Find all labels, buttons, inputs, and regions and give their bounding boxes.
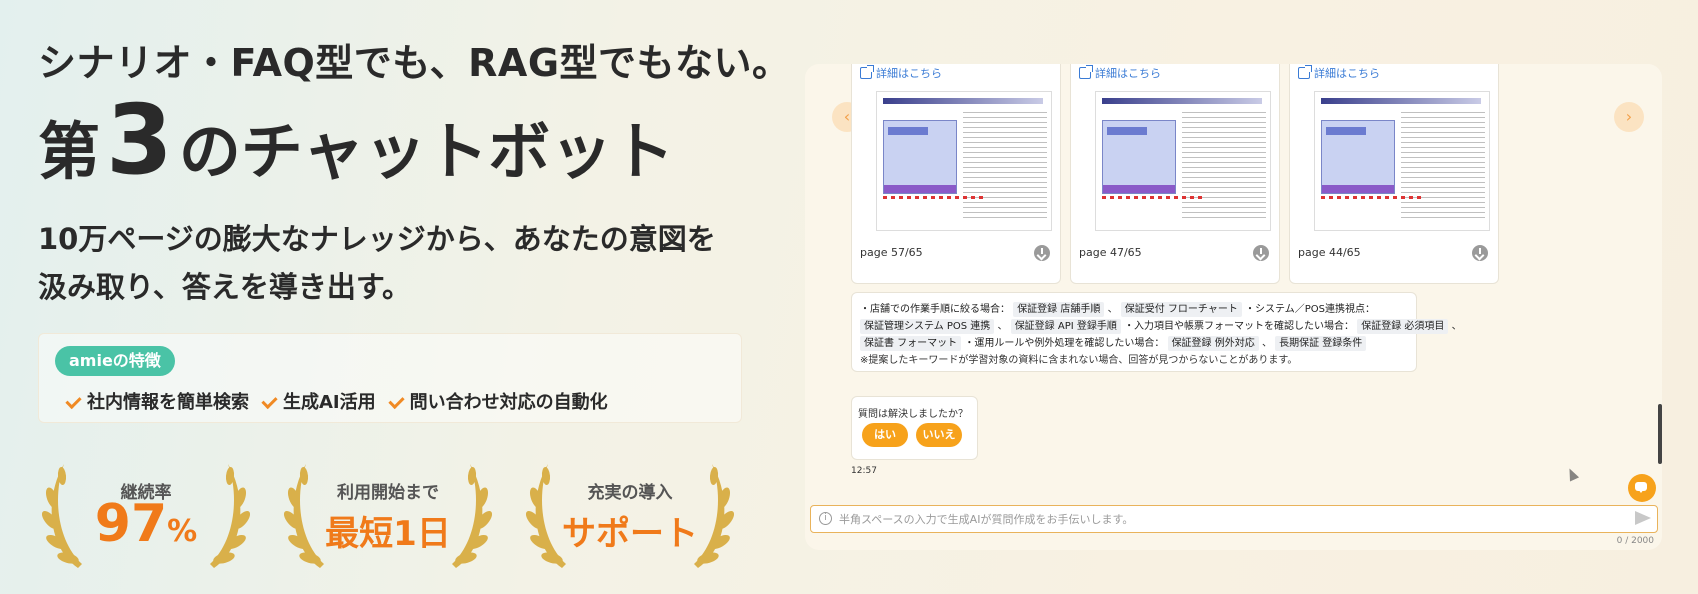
keyword-chip[interactable]: 保証管理システム POS 連携 (860, 319, 995, 334)
award-value: 最短1日 (325, 514, 451, 554)
feedback-question: 質問は解決しましたか？ (858, 409, 968, 420)
award-support: 充実の導入 サポート (522, 458, 738, 578)
chat-input-wrapper: i (810, 505, 1658, 533)
download-icon[interactable] (1034, 245, 1050, 261)
external-link-icon (1298, 65, 1312, 79)
awards: 継続率 97% 利用開始まで 最短1日 充実の導入 サポート (38, 458, 748, 578)
answer-line: 保証書 フォーマット ・運用ルールや例外処理を確認したい場合： 保証登録 例外対… (860, 335, 1408, 352)
feedback-no-button[interactable]: いいえ (916, 423, 962, 447)
doc-thumbnail[interactable] (1314, 91, 1490, 231)
headline-part-a: 第 (38, 115, 101, 188)
check-icon (67, 394, 81, 408)
award-label: 利用開始まで (337, 483, 439, 503)
feature-item: 生成AI活用 (263, 388, 376, 414)
keyword-chip[interactable]: 長期保証 登録条件 (1275, 336, 1367, 351)
bot-answer: ・店舗での作業手順に絞る場合： 保証登録 店舗手順 、 保証受付 フローチャート… (851, 292, 1462, 372)
headline-main: 第3のチャットボット (38, 92, 674, 188)
headline-part-b: のチャットボット (178, 115, 675, 188)
feature-list: 社内情報を簡単検索 生成AI活用 問い合わせ対応の自動化 (67, 388, 608, 414)
keyword-chip[interactable]: 保証登録 店舗手順 (1013, 302, 1105, 317)
award-start: 利用開始まで 最短1日 (280, 458, 496, 578)
award-value: 97% (94, 494, 198, 554)
doc-detail-link[interactable]: 詳細はこちら (1079, 65, 1161, 81)
doc-page-number: page 57/65 (860, 246, 923, 259)
lead-line2: 汲み取り、答えを導き出す。 (38, 270, 411, 304)
doc-detail-link[interactable]: 詳細はこちら (860, 65, 942, 81)
chat-bubble-button[interactable] (1628, 474, 1656, 502)
keyword-chip[interactable]: 保証登録 必須項目 (1357, 319, 1449, 334)
headline-number: 3 (106, 84, 173, 196)
send-icon[interactable] (1635, 511, 1651, 525)
answer-line: ・店舗での作業手順に絞る場合： 保証登録 店舗手順 、 保証受付 フローチャート… (860, 302, 1375, 317)
keyword-chip[interactable]: 保証登録 例外対応 (1167, 336, 1259, 351)
carousel-next-button[interactable]: › (1614, 102, 1644, 132)
doc-card: 詳細はこちら page 47/65 (1070, 64, 1280, 284)
feature-item: 問い合わせ対応の自動化 (390, 388, 608, 414)
check-icon (390, 394, 404, 408)
keyword-chip[interactable]: 保証受付 フローチャート (1120, 302, 1242, 317)
hero-section: シナリオ・FAQ型でも、RAG型でもない。 第3のチャットボット 10万ページの… (38, 0, 790, 594)
mouse-cursor-icon (1564, 466, 1580, 482)
check-icon (263, 394, 277, 408)
chat-panel: ‹ › 詳細はこちら page 57/65 詳細はこちら page 47/65 … (805, 64, 1662, 550)
external-link-icon (1079, 65, 1093, 79)
answer-note: ※提案したキーワードが学習対象の資料に含まれない場合、回答が見つからないことがあ… (860, 355, 1298, 366)
feature-box: amieの特徴 社内情報を簡単検索 生成AI活用 問い合わせ対応の自動化 (38, 333, 742, 423)
doc-page-number: page 47/65 (1079, 246, 1142, 259)
answer-line: 保証管理システム POS 連携 、 保証登録 API 登録手順 ・入力項目や帳票… (860, 318, 1462, 335)
headline-line1: シナリオ・FAQ型でも、RAG型でもない。 (38, 41, 791, 85)
award-value: サポート (562, 514, 698, 554)
lead-line1: 10万ページの膨大なナレッジから、あなたの意図を (38, 222, 716, 256)
keyword-chip[interactable]: 保証書 フォーマット (860, 336, 962, 351)
feature-label: 生成AI活用 (283, 392, 376, 413)
doc-thumbnail[interactable] (876, 91, 1052, 231)
doc-card: 詳細はこちら page 44/65 (1289, 64, 1499, 284)
chat-input[interactable] (839, 506, 1619, 532)
message-timestamp: 12:57 (851, 466, 877, 476)
download-icon[interactable] (1472, 245, 1488, 261)
feedback-card: 質問は解決しましたか？ はい いいえ (851, 396, 978, 460)
award-retention: 継続率 97% (38, 458, 254, 578)
char-counter: 0 / 2000 (1616, 536, 1654, 546)
feedback-yes-button[interactable]: はい (862, 423, 908, 447)
scrollbar-thumb[interactable] (1658, 404, 1662, 464)
keyword-chip[interactable]: 保証登録 API 登録手順 (1010, 319, 1121, 334)
feature-badge: amieの特徴 (55, 346, 175, 376)
feature-label: 社内情報を簡単検索 (87, 392, 249, 413)
award-label: 充実の導入 (587, 483, 673, 503)
feature-item: 社内情報を簡単検索 (67, 388, 249, 414)
download-icon[interactable] (1253, 245, 1269, 261)
external-link-icon (860, 65, 874, 79)
lead-text: 10万ページの膨大なナレッジから、あなたの意図を 汲み取り、答えを導き出す。 (38, 215, 716, 311)
doc-detail-link[interactable]: 詳細はこちら (1298, 65, 1380, 81)
info-icon: i (819, 512, 832, 525)
doc-page-number: page 44/65 (1298, 246, 1361, 259)
doc-thumbnail[interactable] (1095, 91, 1271, 231)
doc-card: 詳細はこちら page 57/65 (851, 64, 1061, 284)
feature-label: 問い合わせ対応の自動化 (409, 392, 608, 413)
